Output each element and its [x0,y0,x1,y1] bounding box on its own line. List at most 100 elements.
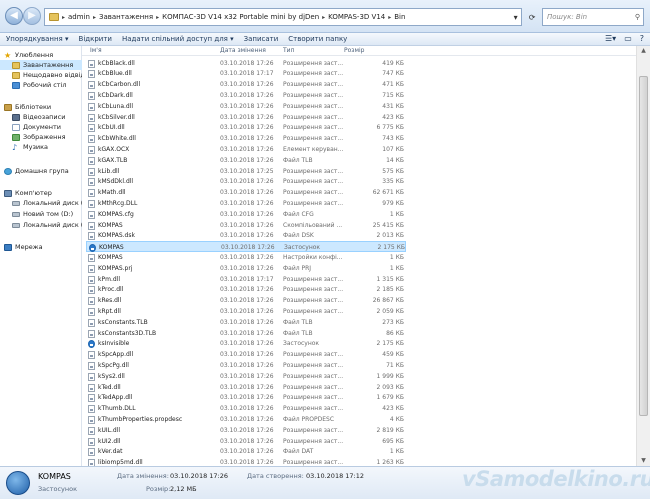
open-button[interactable]: Відкрити [79,35,112,43]
view-options-icon[interactable]: ☰▾ [605,34,616,43]
breadcrumb-admin[interactable]: admin [68,13,90,21]
file-date: 03.10.2018 17:26 [220,210,274,218]
nav-documents[interactable]: Документи [0,122,82,132]
table-row[interactable]: kUIL.dll 03.10.2018 17:26 Розширення заст.… [86,425,406,436]
file-size: 471 КБ [382,81,404,89]
table-row[interactable]: KOMPAS.dsk 03.10.2018 17:26 Файл DSK 2 013 … [86,230,406,241]
file-size: 423 КБ [382,113,404,121]
table-row[interactable]: kSpcApp.dll 03.10.2018 17:26 Розширення за… [86,349,406,360]
table-row[interactable]: kLib.dll 03.10.2018 17:25 Розширення заст.… [86,166,406,177]
scroll-up-arrow-icon[interactable]: ▲ [637,46,650,56]
table-row[interactable]: KOMPAS.cfg 03.10.2018 17:26 Файл CFG 1 КБ [86,209,406,220]
share-button[interactable]: Надати спільний доступ для ▾ [122,35,234,43]
nav-drive-d[interactable]: Новий том (D:) [0,209,82,219]
table-row[interactable]: kPm.dll 03.10.2018 17:17 Розширення заст..… [86,274,406,285]
details-file-name: KOMPAS [38,472,71,481]
table-row[interactable]: kCbSilver.dll 03.10.2018 17:26 Розширення … [86,112,406,123]
column-date[interactable]: Дата змінення [220,47,266,54]
file-size: 2 819 КБ [376,426,404,434]
help-icon[interactable]: ? [640,34,644,43]
table-row[interactable]: ksConstants3D.TLB 03.10.2018 17:26 Файл TL… [86,328,406,339]
table-row[interactable]: kMath.dll 03.10.2018 17:26 Розширення заст… [86,187,406,198]
file-size: 1 679 КБ [376,394,404,402]
new-folder-button[interactable]: Створити папку [288,35,347,43]
file-date: 03.10.2018 17:26 [220,145,274,153]
nav-desktop[interactable]: Робочий стіл [0,80,82,90]
table-row[interactable]: kMSdDkl.dll 03.10.2018 17:26 Розширення за… [86,176,406,187]
column-size[interactable]: Розмір [344,47,364,54]
nav-videos[interactable]: Відеозаписи [0,112,82,122]
breadcrumb-kompas-v14[interactable]: KOMPAS-3D V14 [328,13,385,21]
table-row[interactable]: kSpcPg.dll 03.10.2018 17:26 Розширення зас… [86,360,406,371]
table-row[interactable]: ksConstants.TLB 03.10.2018 17:26 Файл TLB 2… [86,317,406,328]
table-row[interactable]: kRes.dll 03.10.2018 17:26 Розширення заст.… [86,295,406,306]
table-row[interactable]: kSys2.dll 03.10.2018 17:26 Розширення заст… [86,371,406,382]
table-row[interactable]: ksInvisible 03.10.2018 17:26 Застосунок 2 1… [86,338,406,349]
table-row[interactable]: KOMPAS 03.10.2018 17:26 Застосунок 2 175 КБ [86,241,406,253]
table-row[interactable]: kCbBlack.dll 03.10.2018 17:26 Розширення з… [86,58,406,69]
table-row[interactable]: KOMPAS 03.10.2018 17:26 Скомпільований ...… [86,220,406,231]
nav-drive-c[interactable]: Локальний диск (C:) [0,198,82,208]
file-date: 03.10.2018 17:26 [220,297,274,305]
table-row[interactable]: kThumb.DLL 03.10.2018 17:26 Розширення зас… [86,403,406,414]
file-date: 03.10.2018 17:26 [220,253,274,261]
table-row[interactable]: kCbDark.dll 03.10.2018 17:26 Розширення за… [86,90,406,101]
file-name: kSpcPg.dll [98,361,129,369]
burn-button[interactable]: Записати [244,35,279,43]
vertical-scrollbar[interactable]: ▲ ▼ [636,46,650,466]
file-date: 03.10.2018 17:26 [220,124,274,132]
table-row[interactable]: KOMPAS.prj 03.10.2018 17:26 Файл PRJ 1 КБ [86,263,406,274]
details-created-value: 03.10.2018 17:12 [306,472,365,480]
nav-music[interactable]: ♪ Музика [0,142,82,152]
breadcrumb-kompas-portable[interactable]: КОМПАС-3D V14 x32 Portable mini by djDen [162,13,319,21]
nav-drive-e[interactable]: Локальний диск (E:) [0,220,82,230]
search-input[interactable]: Пошук: Bin ⚲ [542,8,644,26]
organize-button[interactable]: Упорядкування ▾ [6,35,69,43]
dropdown-arrow-icon[interactable]: ▾ [514,13,518,22]
column-type[interactable]: Тип [283,47,295,54]
scrollbar-thumb[interactable] [639,76,648,416]
file-date: 03.10.2018 17:26 [220,199,274,207]
file-name: kCbUI.dll [98,124,125,132]
breadcrumb-bin[interactable]: Bin [394,13,405,21]
table-row[interactable]: kCbUI.dll 03.10.2018 17:26 Розширення заст… [86,122,406,133]
table-row[interactable]: kGAX.OCX 03.10.2018 17:26 Елемент керуван.… [86,144,406,155]
nav-downloads[interactable]: Завантаження [0,60,82,70]
table-row[interactable]: kTed.dll 03.10.2018 17:26 Розширення заст.… [86,382,406,393]
nav-libraries[interactable]: Бібліотеки [4,102,86,112]
nav-computer[interactable]: Комп'ютер [4,188,86,198]
breadcrumb[interactable]: ▸ admin ▸ Завантаження ▸ КОМПАС-3D V14 x… [44,8,522,26]
file-date: 03.10.2018 17:26 [220,91,274,99]
table-row[interactable]: kCbBlue.dll 03.10.2018 17:17 Розширення за… [86,68,406,79]
table-row[interactable]: kCbLuna.dll 03.10.2018 17:26 Розширення за… [86,101,406,112]
nav-homegroup[interactable]: Домашня група [4,166,86,176]
breadcrumb-downloads[interactable]: Завантаження [99,13,153,21]
scroll-down-arrow-icon[interactable]: ▼ [637,456,650,466]
file-type: Розширення заст... [283,405,343,413]
table-row[interactable]: kUI2.dll 03.10.2018 17:26 Розширення заст.… [86,436,406,447]
table-row[interactable]: kThumbProperties.propdesc 03.10.2018 17:2… [86,414,406,425]
nav-recent[interactable]: Нещодавно відвідані [0,70,82,80]
table-row[interactable]: kCbWhite.dll 03.10.2018 17:26 Розширення з… [86,133,406,144]
back-button[interactable]: ◀ [5,7,23,25]
file-name: ksConstants.TLB [98,318,148,326]
table-row[interactable]: kRpt.dll 03.10.2018 17:26 Розширення заст.… [86,306,406,317]
table-row[interactable]: kMthRcg.DLL 03.10.2018 17:26 Розширення за… [86,198,406,209]
forward-button[interactable]: ▶ [23,7,41,25]
nav-favorites[interactable]: ★ Улюблення [4,50,86,60]
table-row[interactable]: kGAX.TLB 03.10.2018 17:26 Файл TLB 14 КБ [86,155,406,166]
refresh-icon[interactable]: ⟳ [529,13,536,22]
table-row[interactable]: kProc.dll 03.10.2018 17:26 Розширення заст… [86,284,406,295]
table-row[interactable]: libiomp5md.dll 03.10.2018 17:26 Розширення… [86,457,406,466]
table-row[interactable]: kTedApp.dll 03.10.2018 17:26 Розширення за… [86,392,406,403]
table-row[interactable]: kCbCarbon.dll 03.10.2018 17:26 Розширення … [86,79,406,90]
nav-pictures[interactable]: Зображення [0,132,82,142]
column-name[interactable]: Ім'я [90,47,102,54]
preview-pane-icon[interactable]: ▭ [624,34,632,43]
file-icon [88,124,95,133]
file-size: 2 185 КБ [376,286,404,294]
table-row[interactable]: KOMPAS 03.10.2018 17:26 Настройки конфі...… [86,252,406,263]
nav-network[interactable]: Мережа [4,242,86,252]
table-row[interactable]: kVer.dat 03.10.2018 17:26 Файл DAT 1 КБ [86,446,406,457]
drive-icon [12,200,20,206]
